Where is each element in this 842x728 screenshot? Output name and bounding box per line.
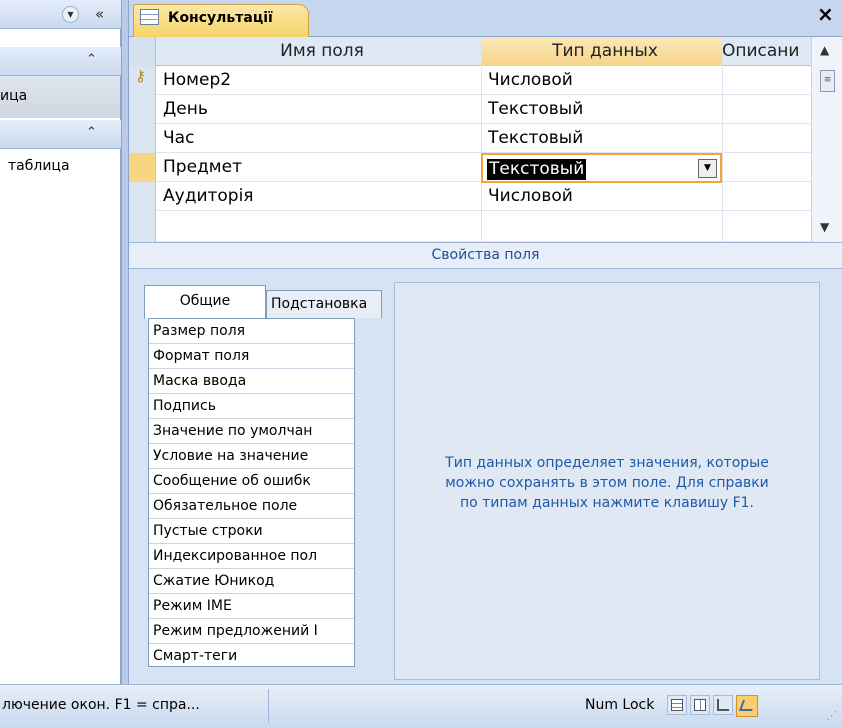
table-row[interactable]: Аудиторія Числовой	[129, 182, 811, 211]
scrollbar-thumb[interactable]: ≡	[820, 70, 835, 92]
scroll-up-arrow-icon[interactable]: ▲	[820, 43, 829, 57]
scroll-down-arrow-icon[interactable]: ▼	[820, 220, 829, 234]
collapse-group-icon[interactable]: ⌃	[86, 52, 97, 67]
property-size[interactable]: Размер поля	[149, 319, 354, 344]
datasheet-view-button[interactable]	[667, 695, 687, 715]
row-selector[interactable]: ⚷	[129, 66, 156, 95]
column-header-type[interactable]: Тип данных	[481, 37, 722, 66]
property-unicode-compression[interactable]: Сжатие Юникод	[149, 569, 354, 594]
dropdown-arrow-button[interactable]: ▼	[698, 159, 717, 178]
table-row-new[interactable]	[129, 211, 811, 242]
properties-scrollbar[interactable]: ▲ ▼	[354, 319, 355, 666]
close-icon[interactable]: ×	[817, 2, 834, 26]
grid-vertical-scrollbar[interactable]: ▲ ≡ ▼	[811, 37, 842, 242]
data-type-combobox[interactable]: Текстовый ▼	[481, 153, 722, 183]
num-lock-indicator: Num Lock	[585, 697, 655, 713]
property-default-value[interactable]: Значение по умолчан	[149, 419, 354, 444]
data-type-cell[interactable]: Числовой	[481, 182, 722, 211]
property-indexed[interactable]: Индексированное пол	[149, 544, 354, 569]
row-selector[interactable]	[129, 124, 156, 153]
nav-item-table-label[interactable]: таблица	[8, 158, 70, 174]
field-name-cell[interactable]: Предмет	[156, 153, 481, 182]
tab-lookup[interactable]: Подстановка	[266, 290, 382, 318]
data-type-cell[interactable]: Текстовый	[481, 95, 722, 124]
property-ime-mode[interactable]: Режим IME	[149, 594, 354, 619]
field-design-grid: Имя поля Тип данных Описани ⚷ Номер2 Чис…	[129, 37, 842, 242]
table-icon	[140, 9, 159, 25]
property-validation-text[interactable]: Сообщение об ошибк	[149, 469, 354, 494]
tab-konsultatsii[interactable]: Консультації	[133, 4, 309, 37]
property-input-mask[interactable]: Маска ввода	[149, 369, 354, 394]
pivottable-icon	[694, 699, 706, 711]
tab-title: Консультації	[168, 10, 273, 26]
status-bar: лючение окон. F1 = спра... Num Lock ⋰	[0, 684, 842, 728]
nav-menu-dropdown-icon[interactable]: ▼	[62, 6, 79, 23]
table-row-selected[interactable]: Предмет Текстовый ▼	[129, 153, 811, 183]
property-required[interactable]: Обязательное поле	[149, 494, 354, 519]
column-header-name[interactable]: Имя поля	[156, 37, 481, 66]
property-ime-sentence-mode[interactable]: Режим предложений I	[149, 619, 354, 644]
tab-general[interactable]: Общие	[144, 285, 266, 319]
grid-header-row: Имя поля Тип данных Описани	[129, 37, 811, 66]
help-text-line: можно сохранять в этом поле. Для справки	[445, 475, 769, 491]
pivotchart-view-button[interactable]	[713, 695, 733, 715]
select-all-corner[interactable]	[129, 37, 156, 66]
design-view-icon	[738, 700, 757, 711]
nav-header: ▼ «	[0, 0, 121, 29]
pivotchart-icon	[717, 699, 729, 711]
design-view-button[interactable]	[736, 695, 758, 717]
document-tab-bar: Консультації ×	[129, 0, 842, 37]
navigation-pane: ▼ « ⌃ ица ⌃ таблица	[0, 0, 121, 684]
row-selector[interactable]	[129, 211, 156, 242]
collapse-group-icon[interactable]: ⌃	[86, 125, 97, 140]
property-format[interactable]: Формат поля	[149, 344, 354, 369]
property-validation-rule[interactable]: Условие на значение	[149, 444, 354, 469]
data-type-selected-value: Текстовый	[487, 159, 587, 180]
nav-item-table[interactable]: ица	[0, 76, 120, 118]
nav-item-label: ица	[0, 88, 28, 104]
field-name-cell[interactable]: Аудиторія	[156, 182, 481, 211]
pane-splitter[interactable]	[121, 0, 129, 684]
column-header-description[interactable]: Описани	[722, 37, 811, 66]
row-selector[interactable]	[129, 153, 156, 182]
field-properties-title: Свойства поля	[129, 242, 842, 269]
resize-grip-icon[interactable]: ⋰	[826, 709, 837, 722]
data-type-cell[interactable]: Текстовый	[481, 124, 722, 153]
property-allow-zero-length[interactable]: Пустые строки	[149, 519, 354, 544]
field-name-cell[interactable]: Час	[156, 124, 481, 153]
primary-key-icon: ⚷	[135, 67, 146, 85]
nav-group-header-1[interactable]: ⌃	[0, 47, 121, 76]
table-row[interactable]: ⚷ Номер2 Числовой	[129, 66, 811, 95]
table-row[interactable]: День Текстовый	[129, 95, 811, 124]
property-caption[interactable]: Подпись	[149, 394, 354, 419]
data-type-cell[interactable]: Числовой	[481, 66, 722, 95]
row-selector[interactable]	[129, 95, 156, 124]
help-text-line: по типам данных нажмите клавишу F1.	[459, 495, 755, 511]
pivottable-view-button[interactable]	[690, 695, 710, 715]
help-panel: Тип данных определяет значения, которые …	[394, 282, 820, 680]
properties-list: Размер поля Формат поля Маска ввода Подп…	[148, 318, 355, 667]
field-name-cell[interactable]: День	[156, 95, 481, 124]
table-row[interactable]: Час Текстовый	[129, 124, 811, 153]
nav-group-header-2[interactable]: ⌃	[0, 120, 121, 149]
datasheet-view-icon	[671, 699, 683, 711]
status-divider	[268, 689, 269, 723]
help-text-line: Тип данных определяет значения, которые	[445, 455, 769, 471]
status-message: лючение окон. F1 = спра...	[2, 697, 200, 713]
row-selector[interactable]	[129, 182, 156, 211]
field-name-cell[interactable]: Номер2	[156, 66, 481, 95]
property-smart-tags[interactable]: Смарт-теги	[149, 644, 354, 666]
collapse-pane-icon[interactable]: «	[95, 5, 104, 23]
